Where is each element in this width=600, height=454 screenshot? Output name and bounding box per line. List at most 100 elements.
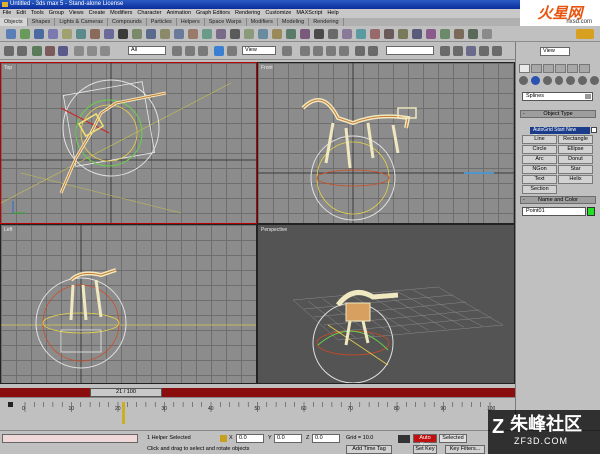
menu-graph-editors[interactable]: Graph Editors: [194, 9, 233, 18]
select-by-name-icon[interactable]: [87, 46, 97, 56]
hierarchy-tab-icon[interactable]: [543, 64, 554, 73]
capsule-icon[interactable]: [272, 29, 282, 39]
object-name-field[interactable]: Point01: [522, 207, 586, 216]
viewport-label-top[interactable]: Top: [4, 65, 12, 71]
shape-donut-button[interactable]: Donut: [558, 155, 593, 164]
menu-file[interactable]: File: [0, 9, 14, 18]
display-tab-icon[interactable]: [567, 64, 578, 73]
select-rotate-icon[interactable]: [214, 46, 224, 56]
reference-coord-select[interactable]: View: [242, 46, 276, 55]
view-select-right[interactable]: View: [540, 47, 570, 56]
render-scene-icon[interactable]: [479, 46, 489, 56]
pivot-center-icon[interactable]: [282, 46, 292, 56]
viewport-label-perspective[interactable]: Perspective: [261, 227, 287, 233]
space-warps-icon[interactable]: [578, 76, 588, 85]
key-marker[interactable]: [8, 402, 13, 407]
geometry-icon[interactable]: [519, 76, 528, 85]
shape-circle-button[interactable]: Circle: [522, 145, 557, 154]
object-type-rollout[interactable]: - Object Type: [520, 110, 596, 118]
object-color-swatch[interactable]: [587, 207, 595, 216]
bind-spacewarp-icon[interactable]: [58, 46, 68, 56]
tab-shapes[interactable]: Shapes: [28, 18, 56, 26]
material-editor-icon[interactable]: [466, 46, 476, 56]
patch-icon[interactable]: [328, 29, 338, 39]
shape-helix-button[interactable]: Helix: [558, 175, 593, 184]
key-filters-button[interactable]: Key Filters...: [445, 445, 485, 454]
name-and-color-rollout[interactable]: - Name and Color: [520, 196, 596, 204]
teapot-icon[interactable]: [62, 29, 72, 39]
spindle-icon[interactable]: [188, 29, 198, 39]
menu-group[interactable]: Group: [46, 9, 66, 18]
foliage-icon[interactable]: [398, 29, 408, 39]
cylinder-icon[interactable]: [34, 29, 44, 39]
time-slider-thumb[interactable]: 21 / 100: [90, 388, 162, 397]
selected-dropdown[interactable]: Selected: [439, 434, 467, 443]
select-icon[interactable]: [74, 46, 84, 56]
pyramid-icon[interactable]: [118, 29, 128, 39]
menu-animation[interactable]: Animation: [164, 9, 193, 18]
tab-modeling[interactable]: Modeling: [278, 18, 310, 26]
select-move-icon[interactable]: [172, 46, 182, 56]
schematic-icon[interactable]: [453, 46, 463, 56]
shapes-icon[interactable]: [530, 76, 540, 85]
window-crossing-icon[interactable]: [198, 46, 208, 56]
quick-render-icon[interactable]: [492, 46, 502, 56]
constraint-x-icon[interactable]: [300, 46, 310, 56]
plane-icon[interactable]: [132, 29, 142, 39]
mirror-icon[interactable]: [355, 46, 365, 56]
lights-icon[interactable]: [542, 76, 552, 85]
motion-tab-icon[interactable]: [555, 64, 566, 73]
menu-edit[interactable]: Edit: [14, 9, 28, 18]
menu-views[interactable]: Views: [67, 9, 87, 18]
shape-section-button[interactable]: Section: [522, 185, 557, 194]
menu-tools[interactable]: Tools: [28, 9, 46, 18]
selection-filter-select[interactable]: All: [128, 46, 166, 55]
menu-maxscript[interactable]: MAXScript: [294, 9, 325, 18]
constraint-z-icon[interactable]: [326, 46, 336, 56]
hedra-icon[interactable]: [146, 29, 156, 39]
constraint-xy-icon[interactable]: [339, 46, 349, 56]
named-selection-sets[interactable]: [386, 46, 434, 55]
viewport-perspective[interactable]: Perspective: [258, 225, 514, 383]
time-slider-track[interactable]: [0, 388, 515, 397]
torus-knot-icon[interactable]: [244, 29, 254, 39]
shape-arc-button[interactable]: Arc: [522, 155, 557, 164]
menu-help[interactable]: Help: [325, 9, 341, 18]
menu-rendering[interactable]: Rendering: [232, 9, 262, 18]
select-object-icon[interactable]: [185, 46, 195, 56]
tab-modifiers[interactable]: Modifiers: [247, 18, 278, 26]
cameras-icon[interactable]: [554, 76, 564, 85]
select-scale-icon[interactable]: [227, 46, 237, 56]
loft-icon[interactable]: [468, 29, 478, 39]
window-icon[interactable]: [370, 29, 380, 39]
torus-icon[interactable]: [48, 29, 58, 39]
wall-icon[interactable]: [426, 29, 436, 39]
viewport-left[interactable]: Left: [1, 225, 256, 383]
constraint-y-icon[interactable]: [313, 46, 323, 56]
current-frame-marker[interactable]: [121, 402, 125, 424]
set-key-button[interactable]: Set Key: [413, 445, 437, 454]
viewport-top[interactable]: Top: [0, 62, 257, 224]
ringwave-icon[interactable]: [216, 29, 226, 39]
shape-star-button[interactable]: Star: [558, 165, 593, 174]
geosphere-icon[interactable]: [90, 29, 100, 39]
align-icon[interactable]: [368, 46, 378, 56]
shape-category-select[interactable]: Splines: [522, 92, 593, 101]
menu-character[interactable]: Character: [135, 9, 164, 18]
y-coordinate-field[interactable]: 0.0: [274, 434, 302, 443]
track-bar[interactable]: 0 10 20 30 40 50 60 70 80 90 100: [0, 397, 515, 430]
tube-icon[interactable]: [104, 29, 114, 39]
tab-helpers[interactable]: Helpers: [177, 18, 205, 26]
redo-icon[interactable]: [17, 46, 27, 56]
tab-lights-cameras[interactable]: Lights & Cameras: [55, 18, 109, 26]
shape-ellipse-button[interactable]: Ellipse: [558, 145, 593, 154]
oil-tank-icon[interactable]: [174, 29, 184, 39]
link-icon[interactable]: [32, 46, 42, 56]
l-ext-icon[interactable]: [286, 29, 296, 39]
x-coordinate-field[interactable]: 0.0: [236, 434, 264, 443]
helpers-icon[interactable]: [566, 76, 576, 85]
nurbs-icon[interactable]: [342, 29, 352, 39]
menu-modifiers[interactable]: Modifiers: [108, 9, 135, 18]
maxscript-listener-field[interactable]: [2, 434, 138, 443]
create-tab-icon[interactable]: [519, 64, 530, 73]
